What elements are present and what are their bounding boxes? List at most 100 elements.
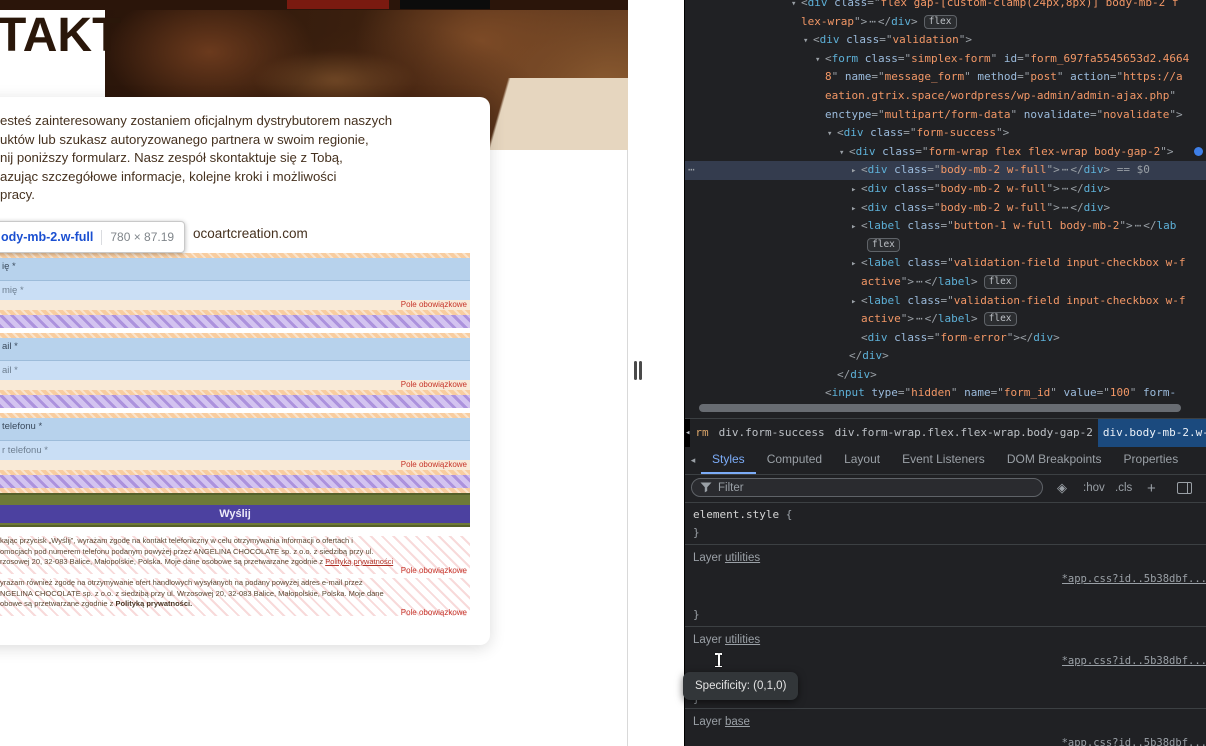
markup-line[interactable]: ▾ <div class="form-success">	[685, 124, 1206, 143]
expand-arrow-icon[interactable]: ▸	[851, 255, 861, 274]
breadcrumb-item[interactable]: div.body-mb-2.w-f	[1097, 419, 1206, 447]
horizontal-scrollbar[interactable]	[699, 404, 1181, 412]
flex-badge[interactable]: flex	[867, 237, 900, 252]
css-rule[interactable]: *, ::backdrop, ::after, ::before { *app.…	[685, 734, 1206, 746]
markup-line[interactable]: active"> ⋯ </label> flex	[685, 273, 1206, 292]
tab-dom-breakpoints[interactable]: DOM Breakpoints	[996, 446, 1113, 474]
markup-line[interactable]: ▾ <div class="flex gap-[custom-clamp(24px…	[685, 0, 1206, 13]
css-rule[interactable]: .body-mb-2 { *app.css?id..5b38dbf...	[685, 652, 1206, 670]
collapsed-content-dots-icon[interactable]: ⋯	[1060, 163, 1071, 176]
markup-line[interactable]: ▾ <div class="form-wrap flex flex-wrap bo…	[685, 143, 1206, 162]
consent-checkbox-label[interactable]: yrażam również zgodę na otrzymywanie ofe…	[0, 578, 470, 617]
markup-line[interactable]: <input type="hidden" name="form_id" valu…	[685, 384, 1206, 403]
header-button-maroon[interactable]	[287, 0, 389, 9]
collapsed-content-dots-icon[interactable]: ⋯	[867, 15, 878, 28]
element-style-rule[interactable]: element.style {	[693, 506, 1206, 524]
layer-link[interactable]: base	[725, 716, 750, 728]
resize-handle-icon[interactable]	[639, 361, 642, 380]
markup-line[interactable]: lex-wrap"> ⋯ </div> flex	[685, 13, 1206, 32]
css-layers-icon[interactable]: ◈	[1057, 474, 1067, 502]
collapse-arrow-icon[interactable]: ▾	[839, 144, 849, 163]
css-rule[interactable]: .w-full { *app.css?id..5b38dbf...	[685, 570, 1206, 588]
text-input[interactable]: r telefonu *	[0, 440, 470, 461]
collapse-arrow-icon[interactable]: ▾	[827, 125, 837, 144]
markup-line[interactable]: ⋯ ▸ <div class="body-mb-2 w-full"> ⋯ </div> …	[685, 161, 1206, 180]
toggle-element-state-button[interactable]: :hov	[1083, 474, 1105, 502]
privacy-policy-link[interactable]: Polityką prywatności	[325, 557, 393, 566]
css-declaration[interactable]: width: 100%;	[707, 588, 1206, 606]
collapsed-content-dots-icon[interactable]: ⋯	[914, 275, 925, 288]
expand-arrow-icon[interactable]: ▸	[851, 293, 861, 312]
markup-line[interactable]: ▸ <div class="body-mb-2 w-full"> ⋯ </div>	[685, 180, 1206, 199]
flex-badge[interactable]: flex	[983, 312, 1017, 327]
code-token: class	[900, 293, 941, 307]
code-token: class	[863, 126, 904, 140]
collapsed-content-dots-icon[interactable]: ⋯	[1060, 182, 1071, 195]
new-style-rule-button[interactable]: +	[1147, 474, 1156, 502]
markup-line[interactable]: ▾ <div class="validation">	[685, 31, 1206, 50]
line-menu-dots-icon[interactable]: ⋯	[688, 161, 695, 180]
resize-handle-icon[interactable]	[634, 361, 637, 380]
privacy-policy-link[interactable]: Polityką prywatności.	[116, 599, 193, 608]
stylesheet-source-link[interactable]: *app.css?id..5b38dbf...	[1062, 734, 1206, 746]
code-token: ="	[940, 256, 954, 270]
breadcrumb-item[interactable]: div.form-success	[714, 419, 830, 447]
stylesheet-source-link[interactable]: *app.css?id..5b38dbf...	[1062, 652, 1206, 670]
collapsed-content-dots-icon[interactable]: ⋯	[914, 312, 925, 325]
markup-line[interactable]: enctype="multipart/form-data" novalidate…	[685, 106, 1206, 125]
code-token: lab	[1156, 219, 1177, 233]
tab-layout[interactable]: Layout	[833, 446, 891, 474]
tab-scroll-left-icon[interactable]: ◂	[685, 446, 701, 474]
markup-line[interactable]: ▸ <label class="validation-field input-ch…	[685, 292, 1206, 311]
stylesheet-source-link[interactable]: *app.css?id..5b38dbf...	[1062, 570, 1206, 588]
markup-line[interactable]: <div class="form-error"></div>	[685, 329, 1206, 348]
code-token: div	[867, 163, 888, 177]
layer-link[interactable]: utilities	[725, 634, 760, 646]
sidebar-layout-toggle-icon[interactable]	[1177, 474, 1192, 502]
expand-arrow-icon[interactable]: ▸	[851, 181, 861, 200]
tab-event-listeners[interactable]: Event Listeners	[891, 446, 996, 474]
markup-line[interactable]: </div>	[685, 366, 1206, 385]
collapsed-content-dots-icon[interactable]: ⋯	[1060, 201, 1071, 214]
expand-arrow-icon[interactable]: ▸	[851, 162, 861, 181]
markup-line[interactable]: 8" name="message_form" method="post" act…	[685, 68, 1206, 87]
layers-glyph: ◈	[1057, 480, 1067, 495]
code-token: simplex-form	[911, 51, 991, 65]
markup-line[interactable]: active"> ⋯ </label> flex	[685, 310, 1206, 329]
code-token: name	[838, 70, 872, 84]
code-token: ">	[900, 312, 914, 326]
collapse-arrow-icon[interactable]: ▾	[791, 0, 801, 14]
markup-line[interactable]: ▸ <label class="button-1 w-full body-mb-2…	[685, 217, 1206, 236]
breadcrumb-item[interactable]: div.form-wrap.flex.flex-wrap.body-gap-2	[830, 419, 1098, 447]
tab-styles[interactable]: Styles	[701, 446, 756, 474]
collapse-arrow-icon[interactable]: ▾	[803, 32, 813, 51]
flex-badge[interactable]: flex	[983, 274, 1017, 289]
collapse-arrow-icon[interactable]: ▾	[815, 51, 825, 70]
markup-line[interactable]: flex	[685, 236, 1206, 255]
breadcrumb-item[interactable]: rm	[690, 419, 713, 447]
toggle-classes-button[interactable]: .cls	[1115, 474, 1132, 502]
markup-line[interactable]: ▸ <label class="validation-field input-ch…	[685, 254, 1206, 273]
expand-arrow-icon[interactable]: ▸	[851, 200, 861, 219]
header-button-dark[interactable]	[400, 0, 490, 9]
flex-badge[interactable]: flex	[923, 14, 957, 29]
text-input[interactable]: mię *	[0, 280, 470, 301]
tab-properties[interactable]: Properties	[1113, 446, 1190, 474]
collapsed-content-dots-icon[interactable]: ⋯	[1133, 219, 1144, 232]
left-arrow-icon: ◂	[690, 454, 696, 465]
markup-line[interactable]: ▸ <div class="body-mb-2 w-full"> ⋯ </div>	[685, 199, 1206, 218]
markup-line[interactable]: eation.gtrix.space/wordpress/wp-admin/ad…	[685, 87, 1206, 106]
layer-link[interactable]: utilities	[725, 552, 760, 564]
consent-checkbox-label[interactable]: kając przycisk „Wyślij”, wyrażam zgodę n…	[0, 536, 470, 575]
email-text[interactable]: ocoartcreation.com	[193, 226, 308, 241]
form-field-group: ię * mię * Pole obowiązkowe	[0, 253, 470, 328]
tab-computed[interactable]: Computed	[756, 446, 833, 474]
flex-overlay-indicator-dot[interactable]	[1194, 147, 1203, 156]
text-input[interactable]: ail *	[0, 360, 470, 381]
submit-button[interactable]: Wyślij	[0, 505, 470, 523]
expand-arrow-icon[interactable]: ▸	[851, 218, 861, 237]
elements-tree: ▾ <div class="flex gap-[custom-clamp(24px…	[685, 0, 1206, 403]
markup-line[interactable]: ▾ <form class="simplex-form" id="form_697…	[685, 50, 1206, 69]
styles-filter-input[interactable]: Filter	[691, 478, 1043, 497]
markup-line[interactable]: </div>	[685, 347, 1206, 366]
